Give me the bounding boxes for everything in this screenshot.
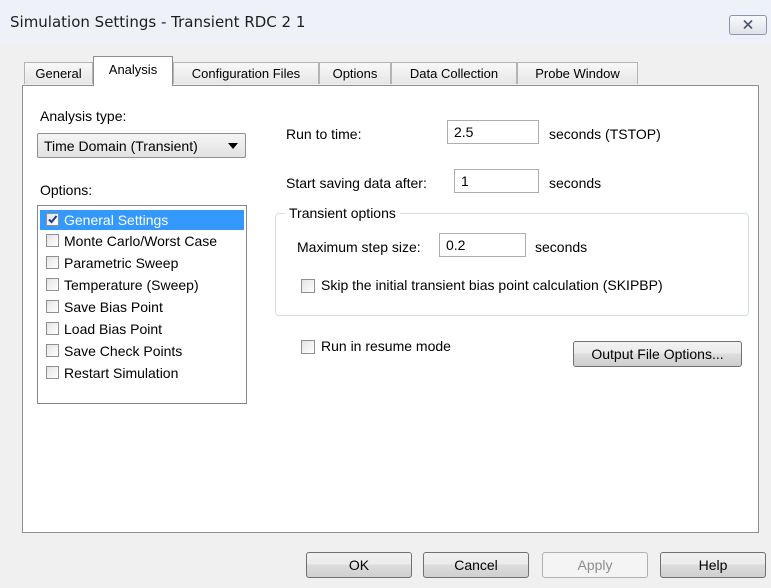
list-item-label: Parametric Sweep xyxy=(64,255,179,271)
max-step-value: 0.2 xyxy=(446,237,466,253)
list-item-load-bias-point[interactable]: Load Bias Point xyxy=(40,319,244,339)
start-saving-value: 1 xyxy=(461,173,469,189)
checkbox[interactable] xyxy=(46,366,59,379)
checkbox[interactable] xyxy=(46,344,59,357)
options-label: Options: xyxy=(40,182,93,198)
list-item-parametric-sweep[interactable]: Parametric Sweep xyxy=(40,253,244,273)
list-item-monte-carlo[interactable]: Monte Carlo/Worst Case xyxy=(40,231,244,251)
skip-bias-label: Skip the initial transient bias point ca… xyxy=(321,277,663,293)
analysis-type-label: Analysis type: xyxy=(40,108,127,124)
resume-mode-checkbox[interactable] xyxy=(301,340,315,354)
skip-bias-checkbox[interactable] xyxy=(301,279,315,293)
transient-options-title: Transient options xyxy=(285,205,400,221)
options-list[interactable]: General Settings Monte Carlo/Worst Case … xyxy=(37,205,247,404)
analysis-type-select[interactable]: Time Domain (Transient) xyxy=(37,133,246,158)
checkmark-icon xyxy=(48,215,58,224)
start-saving-label: Start saving data after: xyxy=(286,175,427,191)
run-to-time-unit: seconds (TSTOP) xyxy=(549,126,661,142)
list-item-label: Save Bias Point xyxy=(64,299,163,315)
checkbox[interactable] xyxy=(46,256,59,269)
analysis-type-value: Time Domain (Transient) xyxy=(44,138,198,154)
list-item-label: Save Check Points xyxy=(64,343,183,359)
list-item-restart-simulation[interactable]: Restart Simulation xyxy=(40,363,244,383)
list-item-label: Monte Carlo/Worst Case xyxy=(64,233,218,249)
start-saving-input[interactable]: 1 xyxy=(454,169,539,193)
list-item-label: Restart Simulation xyxy=(64,365,179,381)
run-to-time-input[interactable]: 2.5 xyxy=(447,120,539,144)
chevron-down-icon xyxy=(228,143,238,149)
start-saving-unit: seconds xyxy=(549,175,602,191)
run-to-time-value: 2.5 xyxy=(454,124,474,140)
max-step-input[interactable]: 0.2 xyxy=(439,233,526,257)
max-step-label: Maximum step size: xyxy=(297,239,421,255)
max-step-unit: seconds xyxy=(535,239,588,255)
checkbox[interactable] xyxy=(46,213,59,226)
checkbox[interactable] xyxy=(46,278,59,291)
output-file-options-button[interactable]: Output File Options... xyxy=(573,341,742,367)
list-item-save-bias-point[interactable]: Save Bias Point xyxy=(40,297,244,317)
resume-mode-label: Run in resume mode xyxy=(321,338,451,354)
list-item-save-check-points[interactable]: Save Check Points xyxy=(40,341,244,361)
run-to-time-label: Run to time: xyxy=(286,126,362,142)
list-item-label: Temperature (Sweep) xyxy=(64,277,199,293)
transient-options-group xyxy=(275,213,749,316)
checkbox[interactable] xyxy=(46,300,59,313)
list-item-label: General Settings xyxy=(64,212,169,228)
list-item-temperature-sweep[interactable]: Temperature (Sweep) xyxy=(40,275,244,295)
checkbox[interactable] xyxy=(46,234,59,247)
checkbox[interactable] xyxy=(46,322,59,335)
list-item-general-settings[interactable]: General Settings xyxy=(40,210,244,230)
list-item-label: Load Bias Point xyxy=(64,321,163,337)
